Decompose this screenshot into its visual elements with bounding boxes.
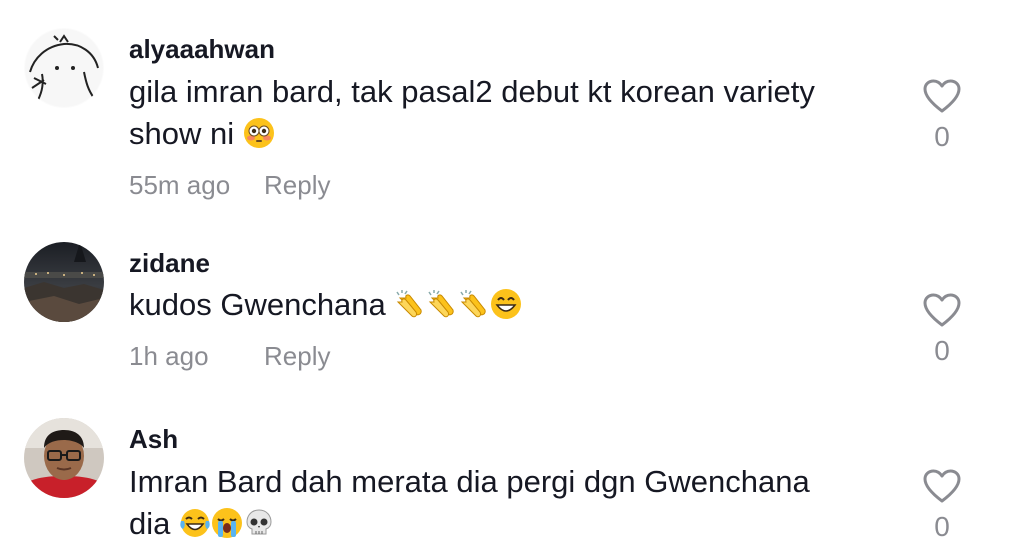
comment-username[interactable]: zidane bbox=[129, 248, 210, 278]
comment-text: kudos Gwenchana bbox=[129, 284, 889, 326]
comment-text-line: kudos Gwenchana bbox=[129, 287, 386, 322]
reply-button[interactable]: Reply bbox=[264, 341, 330, 371]
grinning-face-emoji bbox=[490, 288, 522, 320]
avatar-portrait-image bbox=[24, 418, 104, 498]
comment-text: gila imran bard, tak pasal2 debut kt kor… bbox=[129, 71, 889, 155]
heart-outline-icon bbox=[923, 293, 961, 327]
heart-outline-icon bbox=[923, 79, 961, 113]
comment-text-line: show ni bbox=[129, 116, 235, 151]
like-button[interactable]: 0 bbox=[920, 468, 964, 542]
like-button[interactable]: 0 bbox=[920, 78, 964, 152]
comment-text-line: dia bbox=[129, 506, 171, 541]
like-count: 0 bbox=[934, 121, 950, 152]
clapping-hands-emoji bbox=[426, 288, 458, 320]
avatar[interactable] bbox=[24, 418, 104, 498]
reply-button[interactable]: Reply bbox=[264, 170, 330, 200]
flushed-face-emoji bbox=[243, 117, 275, 149]
avatar[interactable] bbox=[24, 242, 104, 322]
heart-outline-icon bbox=[923, 469, 961, 503]
like-button[interactable]: 0 bbox=[920, 292, 964, 366]
comment-meta: 55m ago Reply bbox=[129, 170, 330, 200]
tears-of-joy-face-emoji bbox=[179, 507, 211, 539]
like-count: 0 bbox=[934, 335, 950, 366]
clapping-hands-emoji bbox=[458, 288, 490, 320]
comment-text-line: Imran Bard dah merata dia pergi dgn Gwen… bbox=[129, 464, 810, 499]
avatar-sketch-image bbox=[24, 28, 104, 108]
comment-username[interactable]: alyaaahwan bbox=[129, 34, 275, 64]
comment-text-line: gila imran bard, tak pasal2 debut kt kor… bbox=[129, 74, 815, 109]
comment-username[interactable]: Ash bbox=[129, 424, 178, 454]
like-count: 0 bbox=[934, 511, 950, 542]
comment-timestamp: 55m ago bbox=[129, 170, 231, 200]
loudly-crying-face-emoji bbox=[211, 507, 243, 539]
skull-emoji bbox=[243, 507, 275, 539]
clapping-hands-emoji bbox=[394, 288, 426, 320]
comment-text: Imran Bard dah merata dia pergi dgn Gwen… bbox=[129, 461, 889, 545]
avatar[interactable] bbox=[24, 28, 104, 108]
comment-timestamp: 1h ago bbox=[129, 341, 209, 371]
avatar-night-city-image bbox=[24, 242, 104, 322]
comment-meta: 1h ago Reply bbox=[129, 341, 330, 371]
